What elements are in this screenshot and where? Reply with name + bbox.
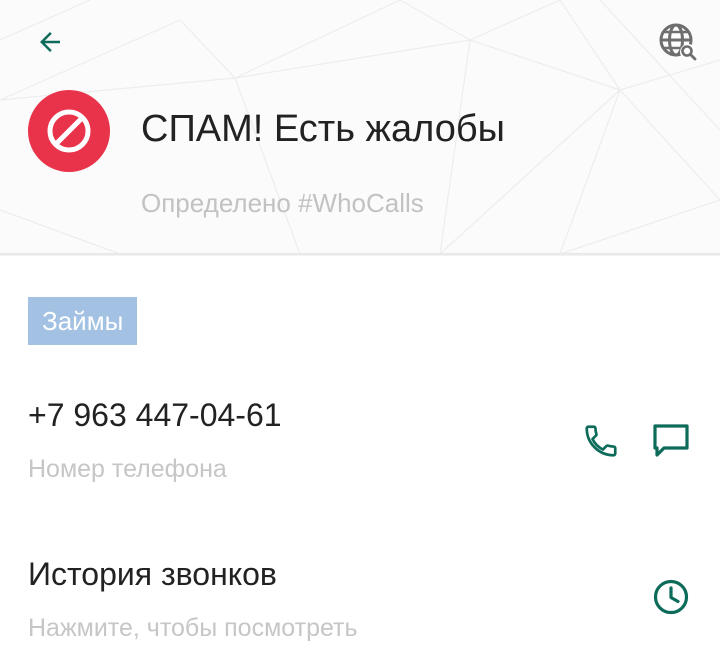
call-button[interactable]: [578, 418, 624, 464]
clock-icon: [653, 579, 689, 615]
phone-number: +7 963 447-04-61: [28, 397, 282, 433]
globe-search-icon: [659, 23, 697, 61]
caller-header: СПАМ! Есть жалобы Определено #WhoCalls: [0, 0, 720, 254]
spam-status-title: СПАМ! Есть жалобы: [141, 108, 505, 150]
block-icon: [47, 109, 91, 153]
back-button[interactable]: [30, 22, 70, 62]
category-tag: Займы: [28, 297, 138, 345]
message-button[interactable]: [648, 418, 694, 464]
identified-by-label: Определено #WhoCalls: [141, 188, 424, 218]
header-divider: [0, 253, 720, 256]
phone-number-caption: Номер телефона: [28, 455, 227, 483]
web-search-button[interactable]: [655, 20, 701, 64]
phone-icon: [585, 425, 617, 457]
call-history-caption[interactable]: Нажмите, чтобы посмотреть: [28, 614, 358, 643]
arrow-left-icon: [40, 32, 60, 52]
message-icon: [653, 424, 689, 457]
call-history-button[interactable]: [648, 574, 694, 620]
spam-badge: [28, 90, 110, 172]
call-history-title[interactable]: История звонков: [28, 556, 277, 593]
caller-info-screen: СПАМ! Есть жалобы Определено #WhoCalls З…: [0, 0, 720, 671]
